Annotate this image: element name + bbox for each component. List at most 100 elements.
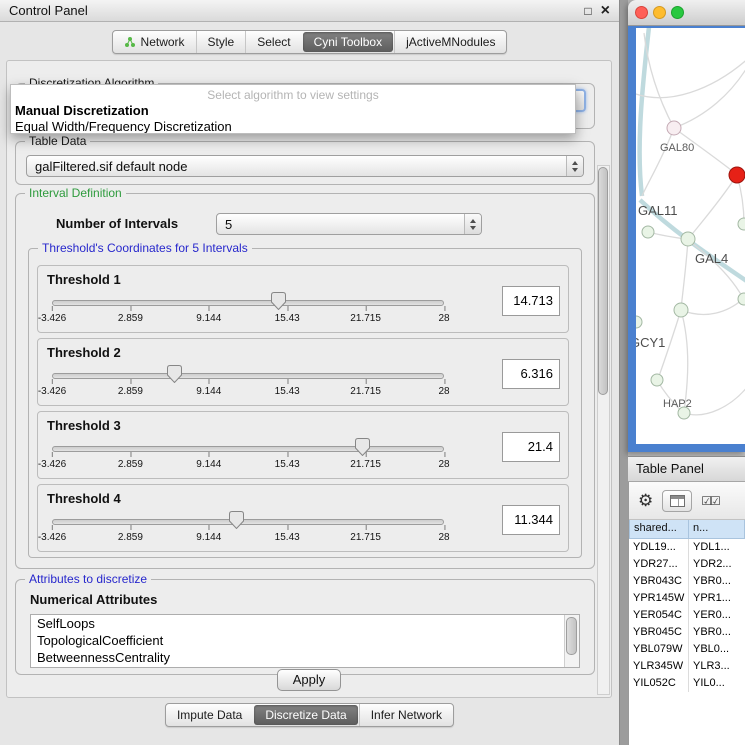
node-gcy1[interactable]: [674, 303, 688, 317]
column-header-name[interactable]: n...: [689, 520, 745, 539]
table-row[interactable]: YDR27...YDR2...: [629, 556, 745, 573]
interval-group-title: Interval Definition: [25, 186, 126, 200]
list-scrollbar[interactable]: [564, 615, 579, 667]
slider-knob[interactable]: [229, 511, 244, 529]
table-panel-toolbar: ⚙ ☑☑: [629, 482, 745, 520]
table-cell: YLR3...: [689, 658, 745, 675]
slider-knob[interactable]: [355, 438, 370, 456]
combo-stepper-icon: [464, 214, 481, 234]
tab-select[interactable]: Select: [245, 31, 301, 53]
panel-scrollbar[interactable]: [597, 165, 610, 695]
slider-knob[interactable]: [271, 292, 286, 310]
number-of-intervals-combo[interactable]: 5: [216, 213, 482, 235]
table-panel-header[interactable]: Table Panel: [628, 456, 745, 482]
numerical-attributes-list[interactable]: SelfLoops TopologicalCoefficient Between…: [30, 614, 580, 668]
slider-knob[interactable]: [167, 365, 182, 383]
tab-label: Discretize Data: [265, 708, 346, 722]
scrollbar-thumb[interactable]: [598, 167, 608, 395]
close-icon[interactable]: ×: [601, 3, 610, 19]
table-row[interactable]: YLR345WYLR3...: [629, 658, 745, 675]
table-row[interactable]: YDL19...YDL1...: [629, 539, 745, 556]
table-cell: YDL19...: [629, 539, 689, 556]
node-left-1[interactable]: [636, 316, 642, 328]
tick-label: 15.43: [275, 313, 300, 324]
tick-label: 21.715: [350, 313, 381, 324]
table-row[interactable]: YPR145WYPR1...: [629, 590, 745, 607]
tab-label: Network: [141, 35, 185, 49]
column-header-shared-name[interactable]: shared...: [629, 520, 689, 539]
table-cell: YDR27...: [629, 556, 689, 573]
menu-item-manual-discretization[interactable]: Manual Discretization: [11, 102, 575, 118]
tab-style[interactable]: Style: [196, 31, 246, 53]
zoom-traffic-light[interactable]: [671, 6, 684, 19]
tab-impute-data[interactable]: Impute Data: [166, 704, 253, 726]
threshold-value-field[interactable]: 21.4: [502, 432, 560, 462]
network-edges: [636, 28, 745, 415]
threshold-slider[interactable]: -3.426 2.859 9.144 15.43 21.715 28: [52, 511, 444, 547]
tick-label: 15.43: [275, 386, 300, 397]
scrollbar-thumb[interactable]: [566, 617, 577, 655]
top-tabstrip: Network Style Select Cyni Toolbox jActiv…: [112, 30, 508, 54]
table-row[interactable]: YER054CYER0...: [629, 607, 745, 624]
columns-button[interactable]: [662, 490, 692, 512]
threshold-panel: Threshold 4 -3.426 2.859 9.144 15.43 21.…: [37, 484, 569, 552]
table-row[interactable]: YBR045CYBR0...: [629, 624, 745, 641]
slider-track[interactable]: [52, 373, 444, 379]
tick-label: 2.859: [118, 459, 143, 470]
float-window-icon[interactable]: □: [584, 5, 591, 17]
tab-label: jActiveMNodules: [406, 35, 495, 49]
thresholds-group: Threshold's Coordinates for 5 Intervals …: [28, 248, 582, 558]
table-row[interactable]: YBL079WYBL0...: [629, 641, 745, 658]
tab-cyni-toolbox[interactable]: Cyni Toolbox: [303, 32, 393, 52]
gear-icon[interactable]: ⚙: [638, 492, 653, 509]
table-data-combo[interactable]: galFiltered.sif default node: [26, 155, 584, 177]
apply-button[interactable]: Apply: [277, 669, 341, 691]
slider-track[interactable]: [52, 519, 444, 525]
node-label-hap2: HAP2: [663, 398, 692, 410]
node-right-2[interactable]: [738, 293, 745, 305]
table-row[interactable]: YBR043CYBR0...: [629, 573, 745, 590]
right-pane: GAL80 GAL11 GAL4 GCY1 HAP2 Table Panel ⚙…: [628, 0, 745, 745]
window-title: Control Panel: [9, 3, 88, 18]
tab-discretize-data[interactable]: Discretize Data: [254, 705, 357, 725]
threshold-value-field[interactable]: 11.344: [502, 505, 560, 535]
slider-track[interactable]: [52, 446, 444, 452]
tick-label: 21.715: [350, 532, 381, 543]
threshold-slider[interactable]: -3.426 2.859 9.144 15.43 21.715 28: [52, 292, 444, 328]
list-item[interactable]: BetweennessCentrality: [31, 649, 579, 666]
network-canvas[interactable]: GAL80 GAL11 GAL4 GCY1 HAP2: [636, 28, 745, 444]
tab-infer-network[interactable]: Infer Network: [359, 704, 453, 726]
threshold-value-field[interactable]: 6.316: [502, 359, 560, 389]
tab-jactivemnodules[interactable]: jActiveMNodules: [394, 31, 506, 53]
tab-network[interactable]: Network: [113, 31, 196, 53]
tick-label: 28: [438, 532, 449, 543]
control-panel-titlebar[interactable]: Control Panel □ ×: [0, 0, 619, 22]
select-columns-icon[interactable]: ☑☑: [701, 494, 719, 508]
node-gal11[interactable]: [642, 226, 654, 238]
node-hap2[interactable]: [651, 374, 663, 386]
threshold-value-field[interactable]: 14.713: [502, 286, 560, 316]
node-gal80[interactable]: [667, 121, 681, 135]
threshold-slider[interactable]: -3.426 2.859 9.144 15.43 21.715 28: [52, 438, 444, 474]
table-row[interactable]: YIL052CYIL0...: [629, 675, 745, 692]
network-window-titlebar[interactable]: [628, 0, 745, 26]
threshold-label: Threshold 3: [47, 418, 121, 433]
threshold-label: Threshold 1: [47, 272, 121, 287]
node-red-selected[interactable]: [729, 167, 745, 183]
list-item[interactable]: SelfLoops: [31, 615, 579, 632]
tab-label: Cyni Toolbox: [314, 35, 382, 49]
threshold-slider[interactable]: -3.426 2.859 9.144 15.43 21.715 28: [52, 365, 444, 401]
menu-item-equal-width-frequency[interactable]: Equal Width/Frequency Discretization: [11, 118, 575, 134]
tick-label: 9.144: [196, 532, 221, 543]
node-right-1[interactable]: [738, 218, 745, 230]
table-cell: YER054C: [629, 607, 689, 624]
node-gal4[interactable]: [681, 232, 695, 246]
algorithm-placeholder: Select algorithm to view settings: [11, 85, 575, 102]
table-cell: YBL079W: [629, 641, 689, 658]
minimize-traffic-light[interactable]: [653, 6, 666, 19]
close-traffic-light[interactable]: [635, 6, 648, 19]
bottom-tabbar: Impute Data Discretize Data Infer Networ…: [0, 703, 619, 727]
network-frame: GAL80 GAL11 GAL4 GCY1 HAP2: [628, 26, 745, 452]
slider-track[interactable]: [52, 300, 444, 306]
list-item[interactable]: TopologicalCoefficient: [31, 632, 579, 649]
